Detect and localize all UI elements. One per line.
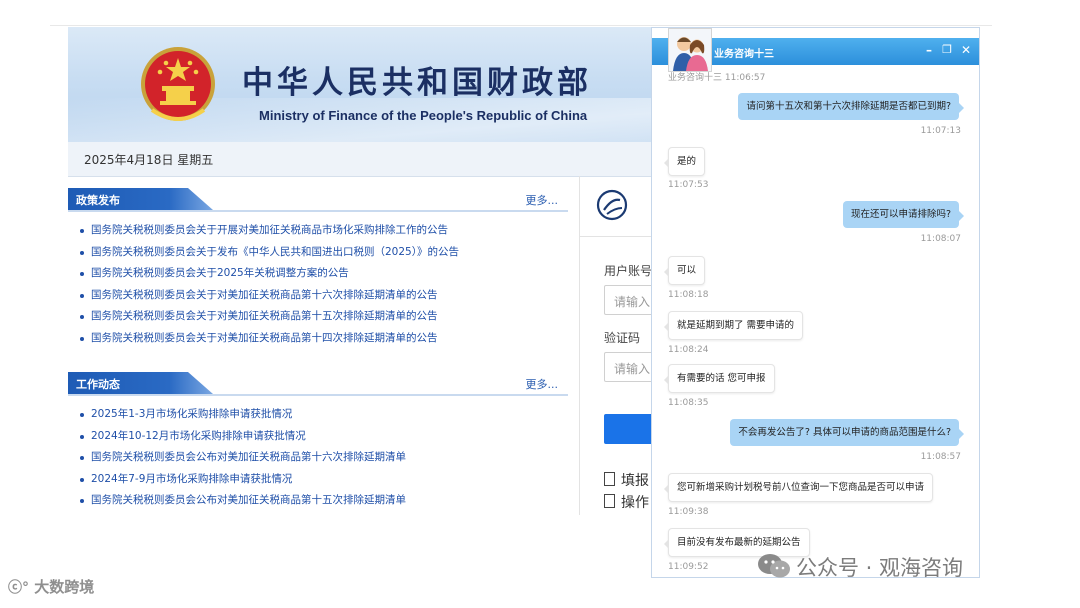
policy-item[interactable]: 国务院关税税则委员会关于2025年关税调整方案的公告 <box>78 263 568 285</box>
captcha-label: 验证码 <box>604 331 641 345</box>
message-bubble-outgoing: 请问第十五次和第十六次排除延期是否都已到期? <box>738 93 964 120</box>
site-title-chinese: 中华人民共和国财政部 <box>242 65 592 101</box>
message-time: 11:08:35 <box>668 398 709 408</box>
fill-link[interactable]: 填报 <box>604 470 649 490</box>
message-bubble-outgoing: 不会再发公告了? 具体可以申请的商品范围是什么? <box>730 419 964 446</box>
chat-title: 业务咨询十三 <box>714 49 774 60</box>
sender-meta: 业务咨询十三 11:06:57 <box>668 70 765 83</box>
message-bubble-incoming: 有需要的话 您可申报 <box>664 364 775 393</box>
site-title-english: Ministry of Finance of the People's Repu… <box>259 108 588 123</box>
work-item[interactable]: 国务院关税税则委员会公布对美加征关税商品第十六次排除延期清单 <box>78 447 568 469</box>
message-time: 11:09:38 <box>668 507 709 517</box>
message-time: 11:08:07 <box>920 234 961 244</box>
work-item[interactable]: 2025年1-3月市场化采购排除申请获批情况 <box>78 404 568 426</box>
policy-item[interactable]: 国务院关税税则委员会关于开展对美加征关税商品市场化采购排除工作的公告 <box>78 220 568 242</box>
policy-section-header: 政策发布 更多... <box>68 188 568 212</box>
message-time: 11:07:53 <box>668 180 709 190</box>
work-section-title: 工作动态 <box>76 378 120 391</box>
watermark-left-text: 大数跨境 <box>34 578 95 596</box>
account-placeholder: 请输入 <box>614 295 651 309</box>
watermark-right: 公众号 · 观海咨询 <box>758 552 963 582</box>
message-bubble-incoming: 是的 <box>663 147 706 176</box>
message-time: 11:08:57 <box>920 452 961 462</box>
message-time: 11:09:52 <box>668 562 709 572</box>
globe-icon <box>596 189 628 221</box>
work-more-link[interactable]: 更多... <box>526 376 559 392</box>
sender-name: 业务咨询十三 <box>668 73 723 83</box>
message-time: 11:08:18 <box>668 290 709 300</box>
fill-link-label: 填报 <box>621 473 649 489</box>
policy-item[interactable]: 国务院关税税则委员会关于对美加征关税商品第十四次排除延期清单的公告 <box>78 328 568 350</box>
brand-logo-icon: ⓒ° <box>8 580 29 596</box>
agent-avatar <box>668 28 712 72</box>
work-item[interactable]: 2024年10-12月市场化采购排除申请获批情况 <box>78 426 568 448</box>
document-icon <box>604 472 615 486</box>
message-time: 11:07:13 <box>920 126 961 136</box>
policy-more-link[interactable]: 更多... <box>526 192 559 208</box>
close-icon[interactable]: ✕ <box>959 42 973 58</box>
chat-window: 业务咨询十三 – ❐ ✕ 业务咨询十三 11:06:57 请问第十五次和第十六次… <box>651 27 980 578</box>
top-divider <box>50 25 992 26</box>
work-item[interactable]: 国务院关税税则委员会公布对美加征关税商品第十五次排除延期清单 <box>78 490 568 512</box>
message-bubble-outgoing: 现在还可以申请排除吗? <box>842 201 965 228</box>
policy-item[interactable]: 国务院关税税则委员会关于对美加征关税商品第十五次排除延期清单的公告 <box>78 306 568 328</box>
national-emblem-icon <box>141 47 215 121</box>
policy-item[interactable]: 国务院关税税则委员会关于对美加征关税商品第十六次排除延期清单的公告 <box>78 285 568 307</box>
work-news-section: 工作动态 更多... 2025年1-3月市场化采购排除申请获批情况 2024年1… <box>68 372 568 512</box>
current-date: 2025年4月18日 星期五 <box>84 153 214 167</box>
message-bubble-incoming: 您可新增采购计划税号前八位查询一下您商品是否可以申请 <box>663 473 934 502</box>
message-bubble-incoming: 可以 <box>663 256 706 285</box>
policy-list: 国务院关税税则委员会关于开展对美加征关税商品市场化采购排除工作的公告 国务院关税… <box>68 220 568 349</box>
message-time: 11:06:57 <box>724 73 766 83</box>
policy-section-title: 政策发布 <box>76 194 120 207</box>
message-time: 11:08:24 <box>668 345 709 355</box>
guide-link[interactable]: 操作 <box>604 492 649 512</box>
policy-section: 政策发布 更多... 国务院关税税则委员会关于开展对美加征关税商品市场化采购排除… <box>68 188 568 349</box>
watermark-left: ⓒ° 大数跨境 <box>8 576 94 597</box>
pdf-icon <box>604 494 615 508</box>
account-label: 用户账号 <box>604 264 653 278</box>
guide-link-label: 操作 <box>621 495 649 511</box>
work-list: 2025年1-3月市场化采购排除申请获批情况 2024年10-12月市场化采购排… <box>68 404 568 512</box>
policy-item[interactable]: 国务院关税税则委员会关于发布《中华人民共和国进出口税则（2025）》的公告 <box>78 242 568 264</box>
work-section-header: 工作动态 更多... <box>68 372 568 396</box>
wechat-icon <box>758 554 790 578</box>
watermark-right-text: 公众号 · 观海咨询 <box>796 556 964 580</box>
message-bubble-incoming: 就是延期到期了 需要申请的 <box>663 311 804 340</box>
minimize-icon[interactable]: – <box>922 42 936 58</box>
work-item[interactable]: 2024年7-9月市场化采购排除申请获批情况 <box>78 469 568 491</box>
captcha-placeholder: 请输入 <box>614 362 651 376</box>
restore-icon[interactable]: ❐ <box>940 42 954 58</box>
